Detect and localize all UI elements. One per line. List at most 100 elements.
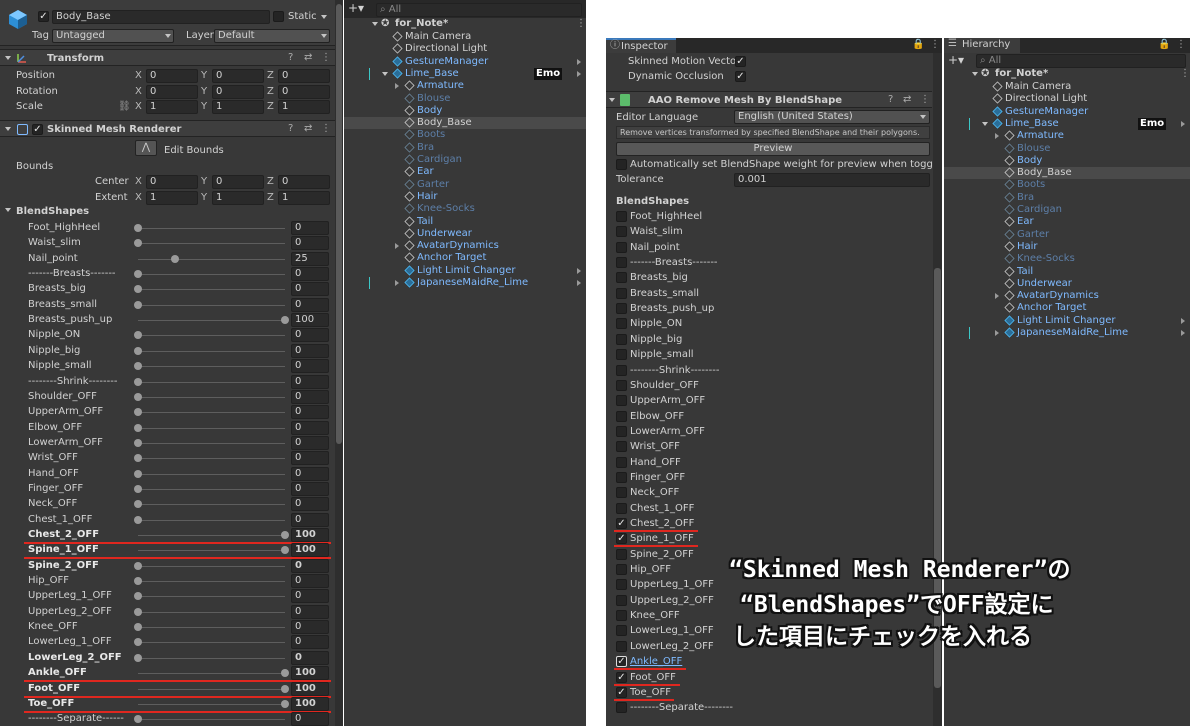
blendshape-slider-knob[interactable] [134, 346, 142, 355]
scene-menu-icon[interactable]: ⋮ [1180, 68, 1190, 80]
lock-icon[interactable]: 🔒 [1158, 39, 1170, 51]
blendshape-slider-track[interactable] [138, 657, 285, 659]
prefab-open-chevron-icon[interactable] [577, 58, 581, 65]
hierarchy-item[interactable]: Light Limit Changer [344, 265, 586, 277]
transform-header[interactable]: Transform ? ⇄ ⋮ [0, 49, 335, 66]
prefab-open-chevron-icon[interactable] [577, 70, 581, 77]
blendshape-value-field[interactable]: 100 [291, 543, 329, 558]
hierarchy-search-input[interactable]: ⌕ All [976, 54, 1186, 68]
blendshape-value-field[interactable]: 0 [291, 236, 329, 251]
help-icon[interactable]: ? [888, 94, 893, 106]
transform-x-field[interactable]: 0 [146, 84, 198, 99]
blendshape-slider-track[interactable] [138, 688, 285, 690]
aao-blendshape-checkbox[interactable]: ✓ [616, 671, 627, 683]
aao-blendshape-checkbox[interactable] [616, 441, 627, 453]
aao-blendshape-checkbox[interactable] [616, 333, 627, 345]
blendshape-slider-track[interactable] [138, 596, 285, 598]
preset-icon[interactable]: ⇄ [304, 52, 312, 64]
preview-button[interactable]: Preview [616, 142, 930, 156]
blendshape-value-field[interactable]: 0 [291, 466, 329, 481]
blendshape-slider-knob[interactable] [134, 623, 142, 632]
hierarchy-item[interactable]: AvatarDynamics [344, 240, 586, 252]
blendshape-slider-knob[interactable] [281, 684, 289, 693]
prefab-open-chevron-icon[interactable] [1181, 330, 1185, 336]
blendshape-slider-knob[interactable] [134, 484, 142, 493]
tab-menu-icon[interactable]: ⋮ [930, 39, 940, 51]
blendshape-value-field[interactable]: 0 [291, 635, 329, 650]
blendshape-value-field[interactable]: 0 [291, 604, 329, 619]
foldout-collapsed-icon[interactable] [395, 83, 399, 90]
blendshape-value-field[interactable]: 0 [291, 282, 329, 297]
extent-x-field[interactable]: 1 [146, 190, 198, 205]
blendshape-slider-knob[interactable] [134, 515, 142, 524]
tab-menu-icon[interactable]: ⋮ [1176, 39, 1186, 51]
create-plus-icon[interactable]: +▾ [348, 2, 364, 14]
blendshape-slider-track[interactable] [138, 258, 285, 260]
aao-blendshape-checkbox[interactable] [616, 702, 627, 714]
auto-set-checkbox[interactable] [616, 159, 627, 170]
blendshape-slider-track[interactable] [138, 274, 285, 276]
editor-language-dropdown[interactable]: English (United States) [734, 110, 930, 124]
aao-blendshape-checkbox[interactable] [616, 579, 627, 591]
blendshape-slider-track[interactable] [138, 627, 285, 629]
transform-z-field[interactable]: 0 [278, 69, 330, 83]
aao-blendshape-checkbox[interactable] [616, 226, 627, 238]
blendshape-slider-knob[interactable] [134, 715, 142, 724]
help-icon[interactable]: ? [288, 123, 293, 135]
blendshape-slider-track[interactable] [138, 719, 285, 721]
blendshape-slider-knob[interactable] [134, 377, 142, 386]
hierarchy-item[interactable]: Body [944, 155, 1190, 167]
blendshape-slider-knob[interactable] [134, 408, 142, 417]
blendshape-slider-track[interactable] [138, 320, 285, 322]
preset-icon[interactable]: ⇄ [903, 94, 911, 106]
tab-inspector[interactable]: ⓘ Inspector [606, 38, 676, 53]
center-z-field[interactable]: 0 [278, 175, 330, 189]
blendshape-slider-track[interactable] [138, 565, 285, 567]
scene-foldout-icon[interactable] [972, 72, 978, 76]
hierarchy-item[interactable]: Armature [944, 130, 1190, 142]
aao-blendshape-checkbox[interactable] [616, 241, 627, 253]
hierarchy-item[interactable]: Hair [944, 241, 1190, 253]
blendshape-slider-track[interactable] [138, 703, 285, 705]
transform-z-field[interactable]: 0 [278, 84, 330, 99]
blendshape-slider-track[interactable] [138, 550, 285, 552]
hierarchy-item[interactable]: Cardigan [344, 154, 586, 166]
aao-blendshape-checkbox[interactable] [616, 257, 627, 269]
hierarchy-item[interactable]: Underwear [344, 228, 586, 240]
scene-foldout-icon[interactable] [372, 22, 378, 26]
foldout-expanded-icon[interactable] [982, 121, 988, 126]
inspector-scrollbar[interactable] [335, 0, 343, 726]
blendshape-slider-knob[interactable] [281, 669, 289, 678]
object-name-field[interactable]: Body_Base [52, 10, 270, 24]
aao-blendshape-checkbox[interactable] [616, 594, 627, 606]
help-icon[interactable]: ? [288, 52, 293, 64]
blendshape-value-field[interactable]: 25 [291, 251, 329, 266]
blendshape-value-field[interactable]: 0 [291, 405, 329, 420]
prefab-open-chevron-icon[interactable] [1181, 317, 1185, 324]
transform-y-field[interactable]: 0 [212, 84, 264, 99]
blendshape-value-field[interactable]: 0 [291, 558, 329, 573]
blendshape-slider-track[interactable] [138, 442, 285, 444]
blendshape-value-field[interactable]: 100 [291, 696, 329, 711]
blendshape-slider-knob[interactable] [134, 392, 142, 401]
blendshape-slider-track[interactable] [138, 289, 285, 291]
blendshape-slider-track[interactable] [138, 350, 285, 352]
blendshape-slider-track[interactable] [138, 611, 285, 613]
aao-blendshape-checkbox[interactable] [616, 548, 627, 560]
blendshape-slider-track[interactable] [138, 335, 285, 337]
smr-header[interactable]: ✓ Skinned Mesh Renderer ? ⇄ ⋮ [0, 120, 335, 137]
foldout-collapsed-icon[interactable] [395, 243, 399, 250]
blendshape-value-field[interactable]: 0 [291, 297, 329, 312]
center-y-field[interactable]: 0 [212, 175, 264, 189]
blendshape-value-field[interactable]: 0 [291, 420, 329, 435]
prefab-open-chevron-icon[interactable] [577, 267, 581, 274]
blendshape-slider-knob[interactable] [134, 592, 142, 601]
blendshape-slider-track[interactable] [138, 642, 285, 644]
blendshape-slider-knob[interactable] [134, 224, 142, 232]
foldout-collapsed-icon[interactable] [995, 133, 999, 140]
aao-blendshape-checkbox[interactable] [616, 625, 627, 637]
aao-blendshape-checkbox[interactable] [616, 471, 627, 483]
blendshape-value-field[interactable]: 0 [291, 481, 329, 496]
hierarchy-item[interactable]: Blouse [944, 143, 1190, 155]
hierarchy-item[interactable]: Cardigan [944, 204, 1190, 216]
